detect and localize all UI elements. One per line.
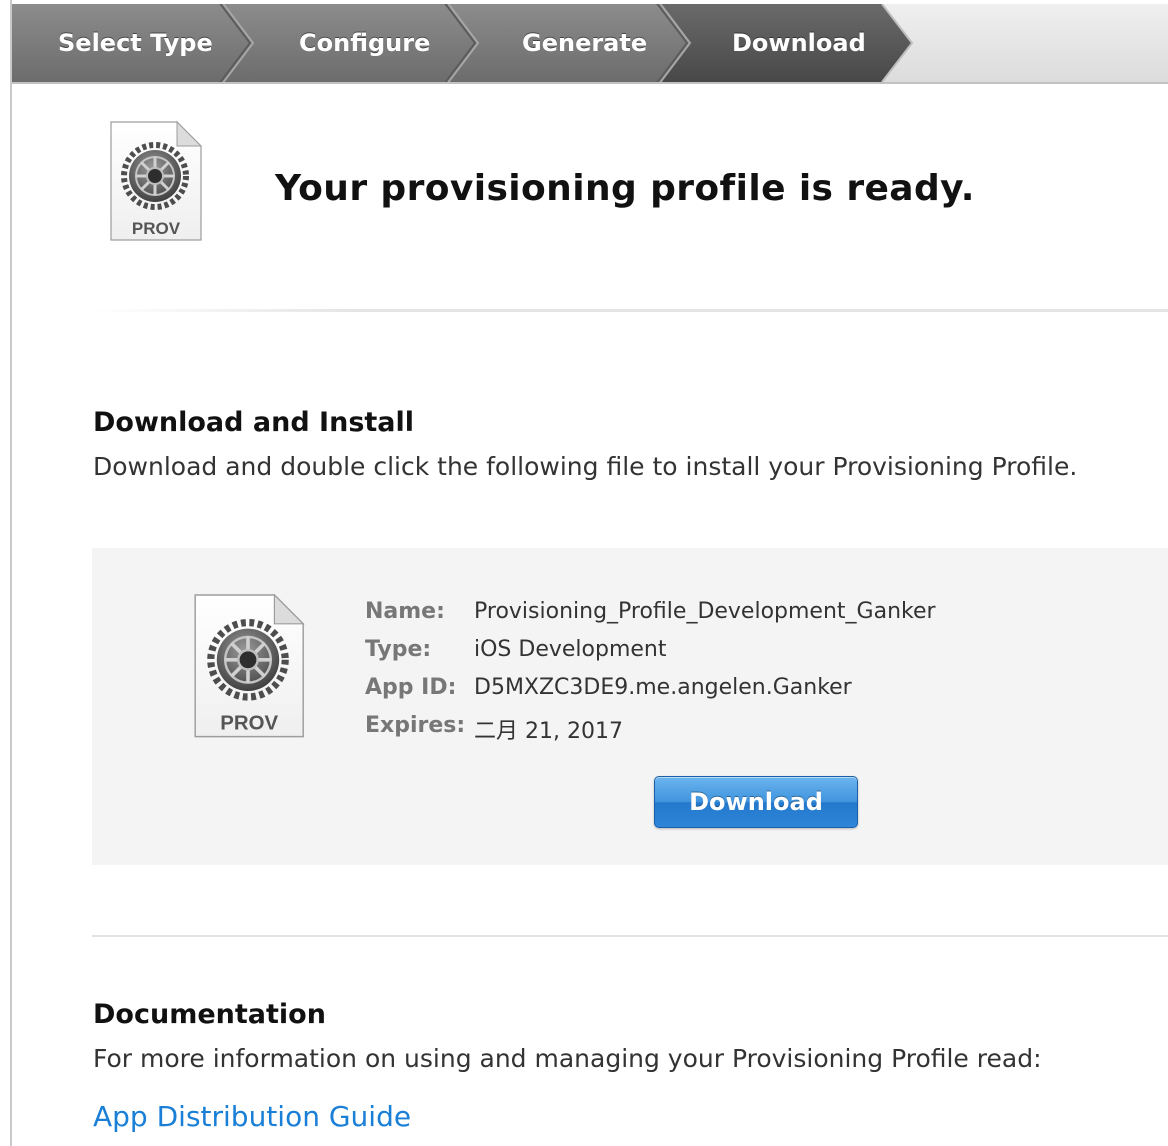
install-section-description: Download and double click the following …: [93, 452, 1078, 481]
divider: [92, 309, 1168, 312]
download-button[interactable]: Download: [654, 776, 858, 828]
prov-file-icon: PROV: [188, 590, 308, 748]
install-section-title: Download and Install: [93, 407, 415, 438]
step-configure: Configure: [299, 29, 431, 57]
prov-icon-label: PROV: [220, 712, 278, 734]
profile-expires-value: 二月 21, 2017: [474, 719, 623, 744]
page-title: Your provisioning profile is ready.: [275, 168, 975, 209]
profile-type-value: iOS Development: [474, 637, 667, 662]
prov-file-icon: PROV: [105, 118, 205, 250]
app-distribution-guide-link[interactable]: App Distribution Guide: [93, 1100, 411, 1133]
expires-label: Expires:: [365, 713, 466, 738]
type-label: Type:: [365, 637, 432, 662]
window-left-border: [10, 0, 12, 1146]
profile-name-value: Provisioning_Profile_Development_Ganker: [474, 599, 936, 624]
prov-icon-label: PROV: [132, 219, 181, 238]
name-label: Name:: [365, 599, 445, 624]
documentation-description: For more information on using and managi…: [93, 1044, 1042, 1073]
step-progress-bar: Select Type Configure Generate Download: [12, 4, 1168, 84]
profile-app-id-value: D5MXZC3DE9.me.angelen.Ganker: [474, 675, 852, 700]
step-download: Download: [732, 29, 866, 57]
documentation-section-title: Documentation: [93, 999, 326, 1030]
divider: [92, 935, 1168, 937]
app-id-label: App ID:: [365, 675, 457, 700]
step-generate: Generate: [522, 29, 648, 57]
step-select-type: Select Type: [58, 29, 213, 57]
